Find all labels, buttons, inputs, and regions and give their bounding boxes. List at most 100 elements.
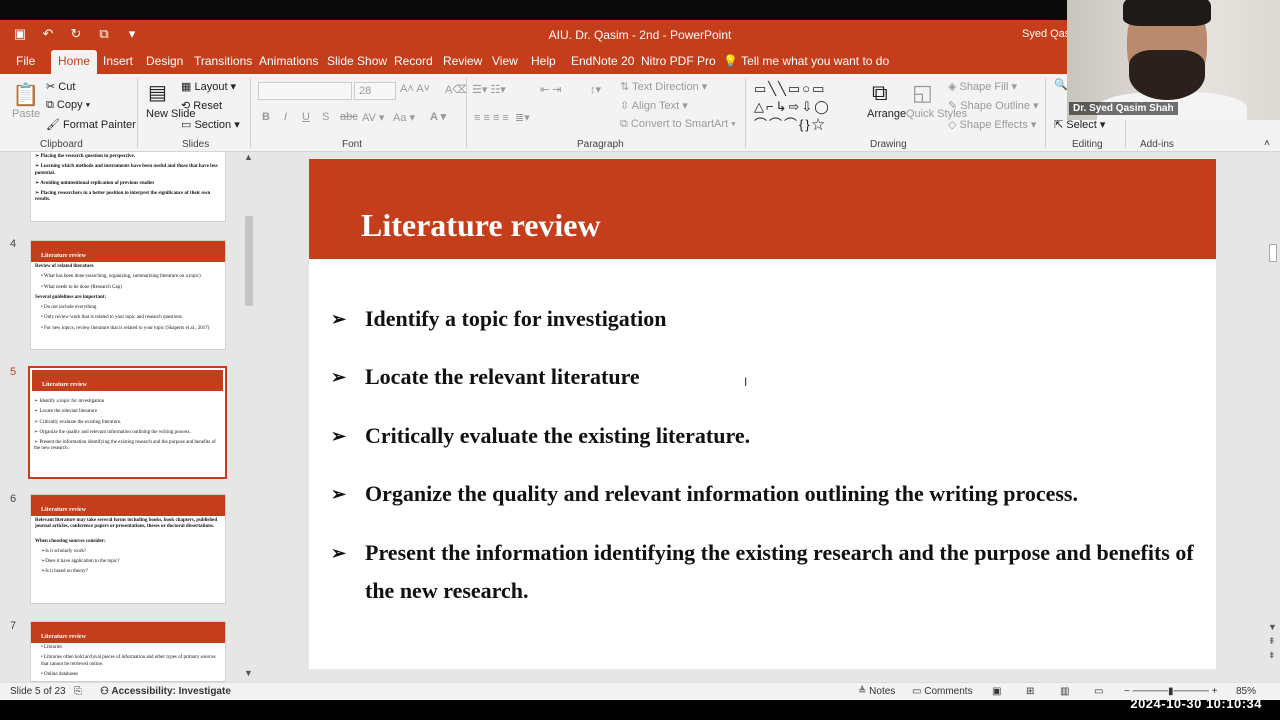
change-case-icon[interactable]: Aa ▾ (393, 111, 415, 124)
tab-endnote[interactable]: EndNote 20 (564, 50, 641, 74)
strikethrough-icon[interactable]: abc (340, 111, 358, 123)
shapes-gallery[interactable]: ▭╲╲▭○▭ △⌐↳⇨⇩◯ ⌒⌒⌒{}☆ (754, 80, 864, 134)
shape-fill-button[interactable]: ◈ Shape Fill ▾ (948, 80, 1017, 93)
canvas-scroll-thumb[interactable] (1269, 244, 1277, 262)
comments-button[interactable]: ▭ Comments (912, 686, 973, 697)
slide-bullet-5[interactable]: ➢ Present the information identifying the… (331, 534, 1211, 610)
scroll-down-icon[interactable]: ▼ (244, 668, 253, 678)
slide-sorter-icon[interactable]: ⊞ (1026, 686, 1034, 697)
tell-me-box[interactable]: 💡 Tell me what you want to do (716, 50, 896, 74)
status-bar: Slide 5 of 23 ⎘ ⚇ Accessibility: Investi… (0, 682, 1280, 700)
slide-title[interactable]: Literature review (361, 207, 601, 244)
new-slide-icon[interactable]: ▤ (148, 80, 167, 105)
slide-number-6: 6 (10, 493, 17, 505)
prev-slide-icon[interactable]: ⇞ (1268, 636, 1276, 647)
clipboard-group-label: Clipboard (40, 139, 83, 150)
section-button[interactable]: ▭ Section ▾ (181, 118, 240, 131)
copy-button[interactable]: ⧉ Copy ▾ (46, 99, 90, 112)
notes-button[interactable]: ≜ Notes (858, 686, 895, 697)
arrow-bullet-icon: ➢ (331, 426, 347, 446)
format-painter-button[interactable]: 🖌 Format Painter (46, 118, 136, 131)
scroll-thumb[interactable] (245, 216, 253, 306)
slide-bullet-3[interactable]: ➢ Critically evaluate the existing litera… (331, 417, 750, 455)
spellcheck-icon[interactable]: ⎘ (74, 686, 82, 697)
clear-formatting-icon[interactable]: A⌫ (445, 83, 468, 96)
tab-design[interactable]: Design (139, 50, 190, 74)
reading-view-icon[interactable]: ▥ (1060, 686, 1069, 697)
font-grow-icon[interactable]: A˄ A˅ (400, 83, 430, 95)
bold-icon[interactable]: B (262, 111, 270, 123)
align-text-button[interactable]: ⇳ Align Text ▾ (620, 99, 688, 112)
shape-effects-button[interactable]: ◇ Shape Effects ▾ (948, 118, 1036, 131)
tab-home[interactable]: Home (51, 50, 98, 74)
line-spacing-icon[interactable]: ↕▾ (590, 83, 601, 96)
slide-thumb-7[interactable]: Literature review • Libraries • Librarie… (30, 621, 226, 682)
tab-transitions[interactable]: Transitions (187, 50, 259, 74)
accessibility-status[interactable]: ⚇ Accessibility: Investigate (100, 686, 231, 697)
reset-button[interactable]: ⟲ Reset (181, 99, 222, 112)
lightbulb-icon: 💡 (723, 54, 738, 68)
paste-button[interactable]: Paste (12, 108, 40, 120)
character-spacing-icon[interactable]: AV ▾ (362, 111, 384, 124)
current-slide[interactable]: Literature review ➢ Identify a topic for … (309, 159, 1216, 669)
canvas-scrollbar[interactable]: ▼ ⇞ ⇟ (1266, 152, 1280, 682)
tab-review[interactable]: Review (436, 50, 489, 74)
text-direction-button[interactable]: ⇅ Text Direction ▾ (620, 80, 707, 93)
text-direction-icon: ⇅ (620, 81, 630, 93)
underline-icon[interactable]: U (302, 111, 310, 123)
slide-thumb-4[interactable]: Literature review Review of related lite… (30, 240, 226, 350)
shape-outline-button[interactable]: ✎ Shape Outline ▾ (948, 99, 1039, 112)
find-icon[interactable]: 🔍 (1054, 78, 1068, 91)
paste-icon[interactable]: 📋 (12, 82, 39, 108)
slide-bullet-1[interactable]: ➢ Identify a topic for investigation (331, 300, 666, 338)
shadow-icon[interactable]: S (322, 111, 329, 123)
recording-timestamp: 2024-10-30 10:10:34 (1130, 696, 1262, 711)
layout-button[interactable]: ▦ Layout ▾ (181, 80, 236, 93)
slide-bullet-2[interactable]: ➢ Locate the relevant literature (331, 358, 640, 396)
slide-bullet-4[interactable]: ➢ Organize the quality and relevant infor… (331, 475, 1078, 513)
list-item: • Only review work that is related to yo… (41, 315, 182, 321)
list-item: • Online databases (41, 671, 79, 677)
text-cursor-icon: I (744, 375, 748, 389)
list-item: When choosing sources consider: (35, 538, 106, 544)
slideshow-icon[interactable]: ▭ (1094, 686, 1103, 697)
italic-icon[interactable]: I (284, 111, 287, 123)
tab-animations[interactable]: Animations (252, 50, 325, 74)
indent-icon[interactable]: ⇤ ⇥ (540, 83, 562, 96)
font-color-icon[interactable]: A ▾ (430, 110, 446, 123)
tab-view[interactable]: View (485, 50, 525, 74)
slide-count[interactable]: Slide 5 of 23 (10, 686, 66, 697)
tab-insert[interactable]: Insert (96, 50, 140, 74)
list-item: Review of related literature (35, 264, 94, 269)
list-item: • What has been done (searching, organiz… (41, 274, 201, 280)
quick-styles-icon[interactable]: ◱ (912, 80, 933, 106)
brush-icon: 🖌 (46, 119, 60, 131)
tab-record[interactable]: Record (387, 50, 440, 74)
tab-slide-show[interactable]: Slide Show (320, 50, 394, 74)
thumbnails-scrollbar[interactable]: ▲ ▼ (242, 152, 256, 682)
next-slide-icon[interactable]: ⇟ (1268, 650, 1276, 661)
align-text-icon: ⇳ (620, 100, 630, 112)
arrow-bullet-icon: ➢ (331, 367, 347, 387)
canvas-scroll-down-icon[interactable]: ▼ (1268, 622, 1277, 632)
slide-thumb-5[interactable]: Literature review ➢ Identify a topic for… (28, 366, 227, 479)
font-size-box[interactable]: 28 (354, 82, 396, 100)
slide-thumb-3[interactable]: ➢ Placing the research question in persp… (30, 152, 226, 222)
cut-button[interactable]: ✂ Cut (46, 80, 75, 93)
font-name-box[interactable] (258, 82, 352, 100)
slide-thumb-6[interactable]: Literature review Relevant literature ma… (30, 494, 226, 604)
presenter-hair (1123, 0, 1211, 26)
convert-smartart-button[interactable]: ⧉ Convert to SmartArt ▾ (620, 118, 736, 131)
bottom-black-bar (0, 700, 1280, 720)
arrange-button[interactable]: Arrange (867, 108, 906, 120)
normal-view-icon[interactable]: ▣ (992, 686, 1001, 697)
tab-file[interactable]: File (9, 50, 42, 74)
bullets-icon[interactable]: ☰▾ ☷▾ (472, 83, 506, 96)
align-icons[interactable]: ≡ ≡ ≡ ≡ ≣▾ (474, 111, 530, 124)
tab-help[interactable]: Help (524, 50, 563, 74)
collapse-ribbon-icon[interactable]: ˄ (1264, 138, 1270, 149)
arrange-icon[interactable]: ⧉ (872, 80, 888, 106)
tab-nitro-pdf[interactable]: Nitro PDF Pro (634, 50, 723, 74)
scroll-up-icon[interactable]: ▲ (244, 152, 253, 162)
scissors-icon: ✂ (46, 81, 56, 93)
